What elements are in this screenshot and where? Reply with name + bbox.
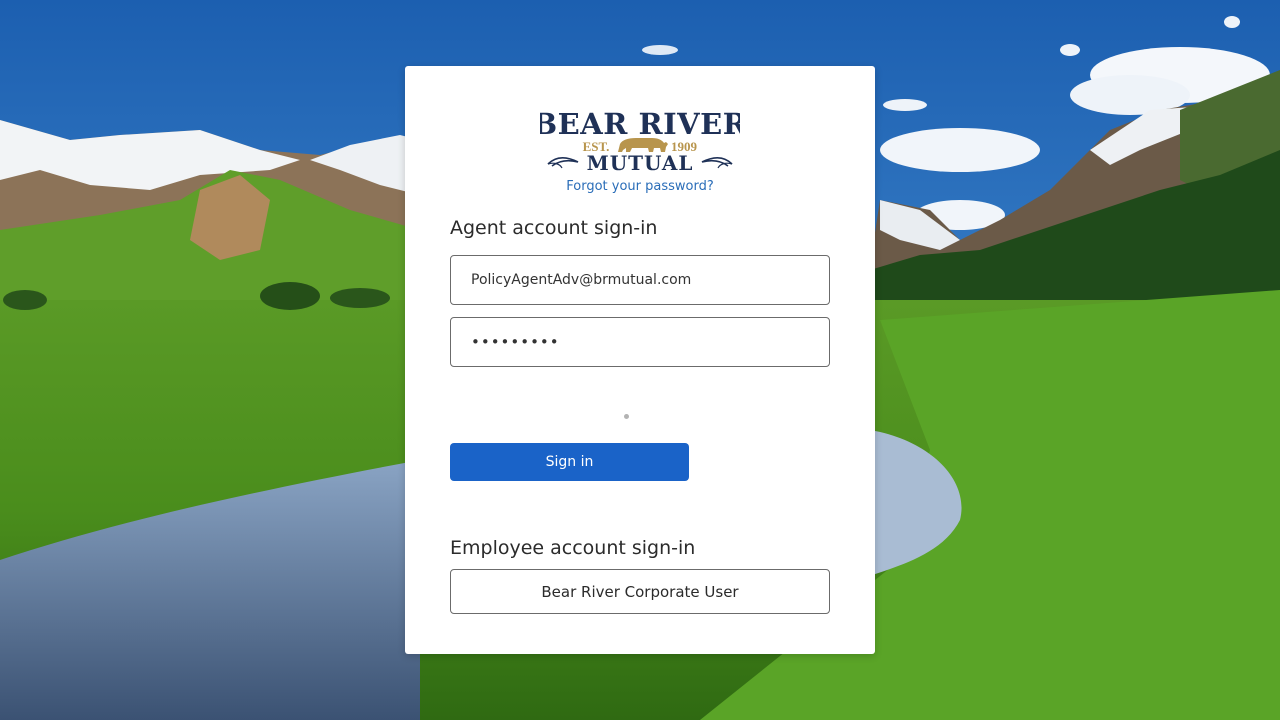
- corporate-user-button[interactable]: Bear River Corporate User: [450, 569, 830, 614]
- sign-in-card: BEAR RIVER EST. 1909 MUTUAL Forgot your …: [405, 66, 875, 654]
- agent-signin-heading: Agent account sign-in: [450, 217, 658, 239]
- forgot-password-link[interactable]: Forgot your password?: [405, 179, 875, 194]
- employee-signin-heading: Employee account sign-in: [450, 537, 696, 559]
- svg-text:MUTUAL: MUTUAL: [587, 151, 694, 175]
- loading-indicator: [624, 414, 629, 419]
- sign-in-button[interactable]: Sign in: [450, 443, 689, 481]
- email-field[interactable]: [450, 255, 830, 305]
- password-field[interactable]: [450, 317, 830, 367]
- svg-text:BEAR RIVER: BEAR RIVER: [540, 107, 740, 141]
- company-logo: BEAR RIVER EST. 1909 MUTUAL: [405, 106, 875, 176]
